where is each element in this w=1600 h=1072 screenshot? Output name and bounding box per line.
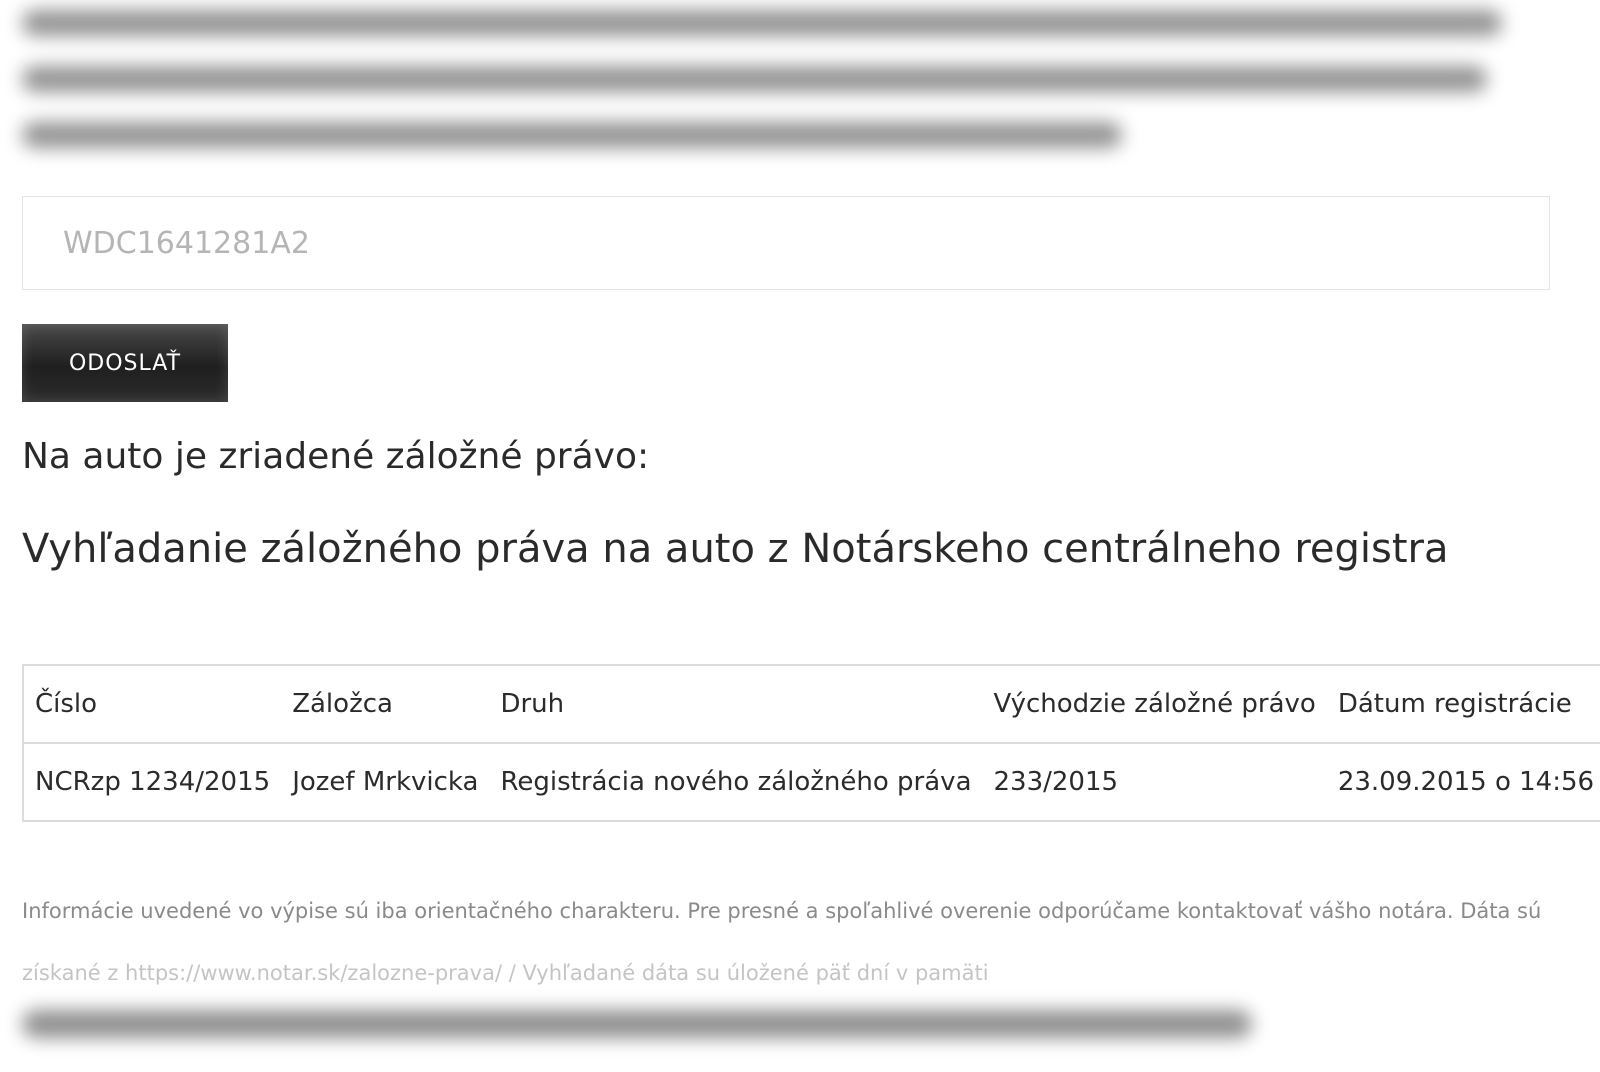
column-header-datum: Dátum registrácie — [1337, 689, 1572, 719]
disclaimer-line-1: Informácie uvedené vo výpise sú iba orie… — [22, 899, 1542, 923]
submit-button[interactable]: ODOSLAŤ — [22, 324, 228, 402]
blurred-footer-text — [22, 1010, 1252, 1038]
blurred-line — [22, 10, 1502, 36]
table-row: NCRzp 1234/2015 Jozef Mrkvicka Registrác… — [23, 743, 1600, 821]
table-header-row: Číslo Záložca Druh Východzie záložné prá… — [23, 665, 1600, 743]
blurred-line — [22, 66, 1487, 92]
section-title: Vyhľadanie záložného práva na auto z Not… — [22, 526, 1449, 572]
column-header-druh: Druh — [500, 689, 565, 719]
disclaimer: Informácie uvedené vo výpise sú iba orie… — [22, 880, 1562, 1004]
cell-cislo: NCRzp 1234/2015 — [35, 767, 271, 797]
blurred-line — [22, 122, 1122, 148]
blurred-intro-text — [22, 10, 1582, 178]
cell-druh: Registrácia nového záložného práva — [500, 767, 972, 797]
status-heading: Na auto je zriadené záložné právo: — [22, 436, 650, 477]
column-header-vychodzie: Východzie záložné právo — [993, 689, 1316, 719]
column-header-cislo: Číslo — [35, 689, 98, 719]
column-header-zalozca: Záložca — [292, 689, 393, 719]
cell-datum: 23.09.2015 o 14:56 — [1337, 767, 1595, 797]
vin-input[interactable] — [22, 196, 1550, 290]
cell-vychodzie: 233/2015 — [993, 767, 1119, 797]
lien-results-table: Číslo Záložca Druh Východzie záložné prá… — [22, 664, 1600, 822]
disclaimer-line-2: získané z https://www.notar.sk/zalozne-p… — [22, 961, 989, 985]
cell-zalozca: Jozef Mrkvicka — [292, 767, 479, 797]
